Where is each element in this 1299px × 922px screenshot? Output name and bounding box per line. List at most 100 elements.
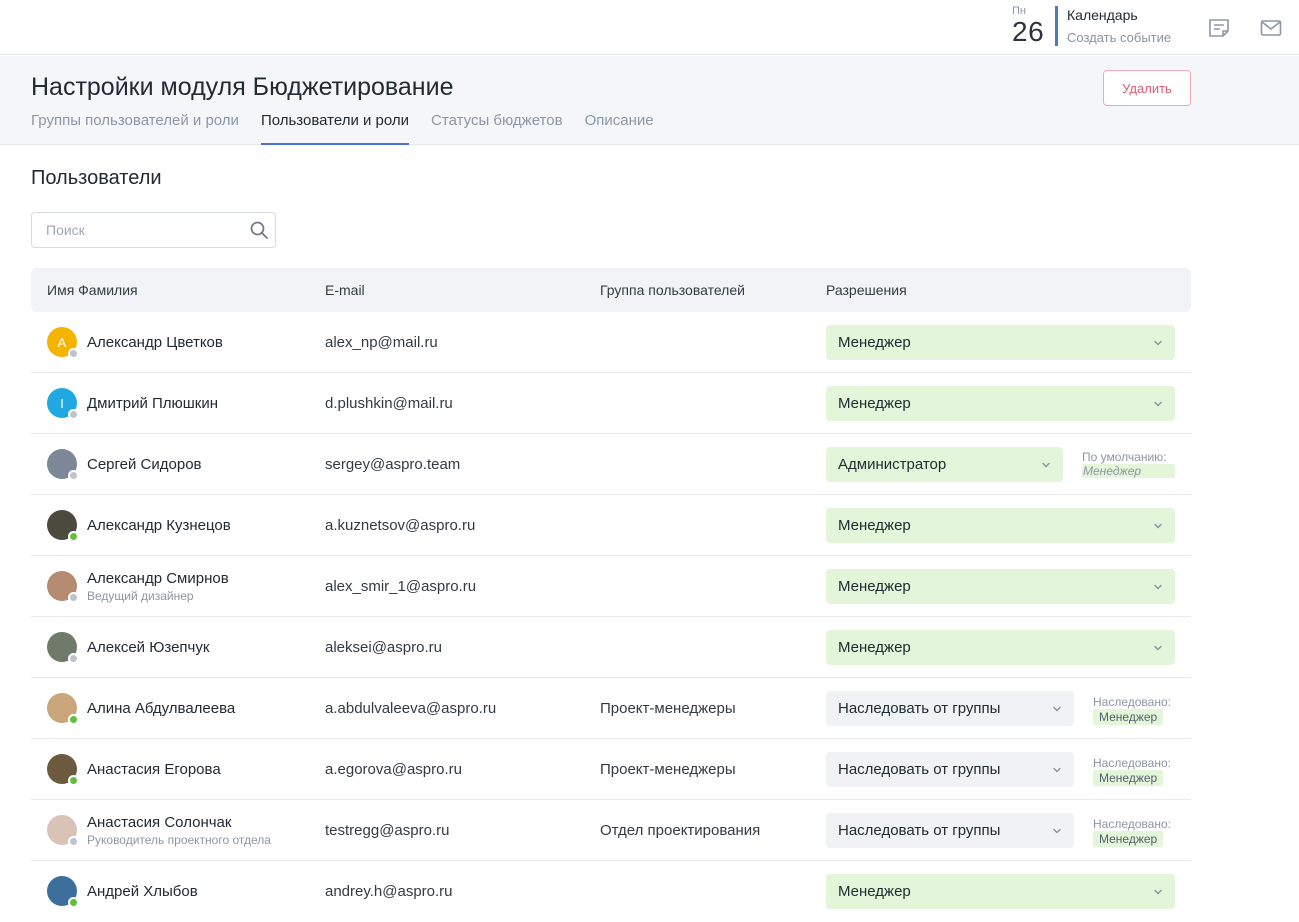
avatar-initial: I: [60, 395, 64, 411]
permission-select[interactable]: Менеджер: [826, 325, 1175, 360]
chevron-down-icon: [1053, 706, 1061, 712]
table-row[interactable]: Алексей Юзепчук aleksei@aspro.ru Менеджер: [31, 617, 1191, 678]
permission-value: Менеджер: [838, 578, 911, 595]
user-name[interactable]: Анастасия Егорова: [87, 761, 221, 778]
user-name[interactable]: Алина Абдулвалеева: [87, 700, 235, 717]
permission-value: Менеджер: [838, 639, 911, 656]
permission-value: Наследовать от группы: [838, 761, 1001, 778]
create-event-link[interactable]: Создать событие: [1067, 30, 1171, 45]
user-email: a.kuznetsov@aspro.ru: [325, 517, 476, 534]
avatar[interactable]: I: [47, 388, 79, 420]
permission-select[interactable]: Наследовать от группы: [826, 813, 1074, 848]
user-group: Проект-менеджеры: [600, 761, 736, 778]
table-row[interactable]: Александр Смирнов Ведущий дизайнер alex_sm…: [31, 556, 1191, 617]
column-header-permissions[interactable]: Разрешения: [826, 282, 907, 298]
notes-icon[interactable]: [1206, 15, 1232, 41]
avatar[interactable]: [47, 510, 79, 542]
permission-select[interactable]: Менеджер: [826, 386, 1175, 421]
table-header: Имя Фамилия E-mail Группа пользователей …: [31, 268, 1191, 312]
inherited-permission-value: Менеджер: [1093, 770, 1164, 786]
user-position: Руководитель проектного отдела: [87, 833, 271, 847]
user-name[interactable]: Андрей Хлыбов: [87, 883, 198, 900]
inherited-permission-label: Наследовано:: [1093, 817, 1171, 831]
user-name[interactable]: Дмитрий Плюшкин: [87, 395, 218, 412]
chevron-down-icon: [1154, 889, 1162, 895]
avatar[interactable]: [47, 571, 79, 603]
top-bar: Пн 26 Календарь Создать событие: [0, 0, 1299, 55]
permission-select[interactable]: Менеджер: [826, 630, 1175, 665]
chevron-down-icon: [1053, 767, 1061, 773]
permission-select[interactable]: Менеджер: [826, 569, 1175, 604]
page-header: Настройки модуля Бюджетирование Удалить …: [0, 56, 1299, 145]
presence-status-dot: [68, 775, 79, 786]
search-icon[interactable]: [249, 220, 269, 240]
permission-select[interactable]: Менеджер: [826, 874, 1175, 909]
avatar-initial: A: [57, 334, 67, 350]
permission-value: Наследовать от группы: [838, 822, 1001, 839]
user-email: alex_np@mail.ru: [325, 334, 438, 351]
mail-icon[interactable]: [1258, 15, 1284, 41]
presence-status-dot: [68, 592, 79, 603]
chevron-down-icon: [1042, 462, 1050, 468]
chevron-down-icon: [1154, 584, 1162, 590]
user-group: Проект-менеджеры: [600, 700, 736, 717]
avatar[interactable]: [47, 693, 79, 725]
avatar[interactable]: [47, 876, 79, 908]
inherited-permission-label: Наследовано:: [1093, 695, 1171, 709]
table-row[interactable]: A Александр Цветков alex_np@mail.ru Менедже…: [31, 312, 1191, 373]
permission-select[interactable]: Наследовать от группы: [826, 691, 1074, 726]
delete-button[interactable]: Удалить: [1103, 70, 1191, 106]
tab-groups-roles[interactable]: Группы пользователей и роли: [31, 112, 239, 145]
table-row[interactable]: I Дмитрий Плюшкин d.plushkin@mail.ru Менедж…: [31, 373, 1191, 434]
tab-users-roles[interactable]: Пользователи и роли: [260, 112, 410, 145]
column-header-group[interactable]: Группа пользователей: [600, 282, 745, 298]
avatar[interactable]: A: [47, 327, 79, 359]
default-permission-label: По умолчанию:: [1082, 450, 1167, 464]
avatar[interactable]: [47, 754, 79, 786]
table-row[interactable]: Анастасия Егорова a.egorova@aspro.ru Проек…: [31, 739, 1191, 800]
calendar-divider: [1055, 6, 1058, 46]
tab-budget-statuses[interactable]: Статусы бюджетов: [431, 112, 563, 145]
user-email: aleksei@aspro.ru: [325, 639, 442, 656]
permission-value: Менеджер: [838, 883, 911, 900]
permission-value: Менеджер: [838, 395, 911, 412]
user-name[interactable]: Александр Смирнов: [87, 570, 229, 587]
inherited-permission-label: Наследовано:: [1093, 756, 1171, 770]
user-position: Ведущий дизайнер: [87, 589, 194, 603]
table-row[interactable]: Алина Абдулвалеева a.abdulvaleeva@aspro.r…: [31, 678, 1191, 739]
tab-description[interactable]: Описание: [585, 112, 654, 145]
page-title: Настройки модуля Бюджетирование: [31, 73, 454, 101]
table-row[interactable]: Александр Кузнецов a.kuznetsov@aspro.ru Ме…: [31, 495, 1191, 556]
permission-value: Менеджер: [838, 517, 911, 534]
column-header-name[interactable]: Имя Фамилия: [47, 282, 138, 298]
user-email: a.egorova@aspro.ru: [325, 761, 462, 778]
user-name[interactable]: Александр Цветков: [87, 334, 223, 351]
user-name[interactable]: Алексей Юзепчук: [87, 639, 209, 656]
tab-bar: Группы пользователей и роли Пользователи…: [31, 112, 676, 145]
avatar[interactable]: [47, 632, 79, 664]
user-name[interactable]: Сергей Сидоров: [87, 456, 202, 473]
table-row[interactable]: Андрей Хлыбов andrey.h@aspro.ru Менеджер: [31, 861, 1191, 922]
permission-select[interactable]: Менеджер: [826, 508, 1175, 543]
table-row[interactable]: Сергей Сидоров sergey@aspro.team Администр…: [31, 434, 1191, 495]
permission-value: Администратор: [838, 456, 947, 473]
calendar-link[interactable]: Календарь: [1067, 7, 1138, 23]
avatar[interactable]: [47, 815, 79, 847]
user-email: d.plushkin@mail.ru: [325, 395, 453, 412]
presence-status-dot: [68, 836, 79, 847]
chevron-down-icon: [1154, 645, 1162, 651]
users-table-body: A Александр Цветков alex_np@mail.ru Менедже…: [31, 312, 1191, 922]
presence-status-dot: [68, 409, 79, 420]
column-header-email[interactable]: E-mail: [325, 282, 365, 298]
search-input[interactable]: [32, 213, 242, 247]
permission-select[interactable]: Администратор: [826, 447, 1063, 482]
permission-select[interactable]: Наследовать от группы: [826, 752, 1074, 787]
user-name[interactable]: Анастасия Солончак: [87, 814, 231, 831]
user-email: andrey.h@aspro.ru: [325, 883, 453, 900]
user-name[interactable]: Александр Кузнецов: [87, 517, 231, 534]
user-group: Отдел проектирования: [600, 822, 761, 839]
section-title: Пользователи: [31, 167, 162, 189]
avatar[interactable]: [47, 449, 79, 481]
calendar-date[interactable]: 26: [1012, 16, 1044, 48]
table-row[interactable]: Анастасия Солончак Руководитель проектног…: [31, 800, 1191, 861]
